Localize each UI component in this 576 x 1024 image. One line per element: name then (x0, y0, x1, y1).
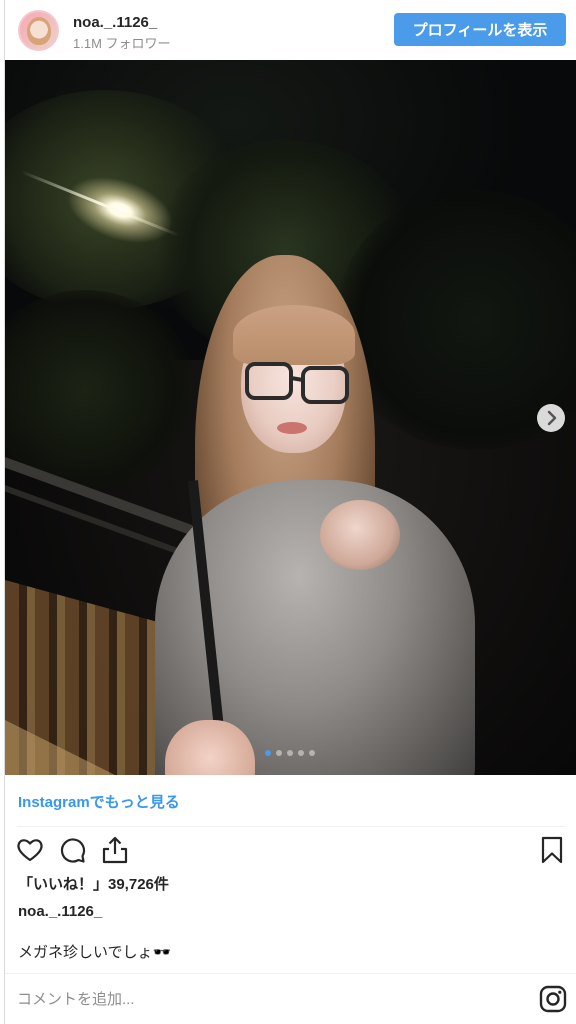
heart-icon[interactable] (15, 835, 45, 865)
photo-lips (277, 422, 307, 434)
share-icon[interactable] (100, 835, 130, 865)
avatar[interactable] (18, 10, 59, 51)
instagram-icon[interactable] (539, 985, 567, 1013)
comment-input[interactable] (17, 984, 497, 1014)
carousel-indicator (265, 750, 325, 758)
post-caption: メガネ珍しいでしょ🕶️ (18, 944, 172, 961)
post-image[interactable] (5, 60, 576, 775)
avatar-image (27, 17, 51, 45)
post-header: noa._.1126_ 1.1M フォロワー プロフィールを表示 (5, 0, 576, 60)
bookmark-icon[interactable] (537, 835, 567, 865)
photo-shoulder (320, 500, 400, 570)
next-image-button[interactable] (537, 404, 565, 432)
divider (17, 826, 565, 827)
caption-username[interactable]: noa._.1126_ (18, 903, 102, 920)
chevron-right-icon (547, 410, 557, 426)
carousel-dot (265, 750, 271, 756)
carousel-dot (298, 750, 304, 756)
carousel-dot (309, 750, 315, 756)
photo-bangs (233, 305, 355, 365)
like-count[interactable]: 「いいね！」39,726件 (18, 873, 169, 894)
view-more-on-instagram-link[interactable]: Instagramでもっと見る (18, 791, 180, 812)
instagram-embed: noa._.1126_ 1.1M フォロワー プロフィールを表示 Instagr… (4, 0, 576, 1024)
username[interactable]: noa._.1126_ (73, 14, 157, 31)
view-profile-button[interactable]: プロフィールを表示 (394, 13, 566, 46)
photo-glasses (245, 362, 349, 404)
carousel-dot (276, 750, 282, 756)
carousel-dot (287, 750, 293, 756)
follower-count: 1.1M フォロワー (73, 36, 171, 51)
comment-icon[interactable] (57, 835, 87, 865)
divider (5, 973, 576, 974)
